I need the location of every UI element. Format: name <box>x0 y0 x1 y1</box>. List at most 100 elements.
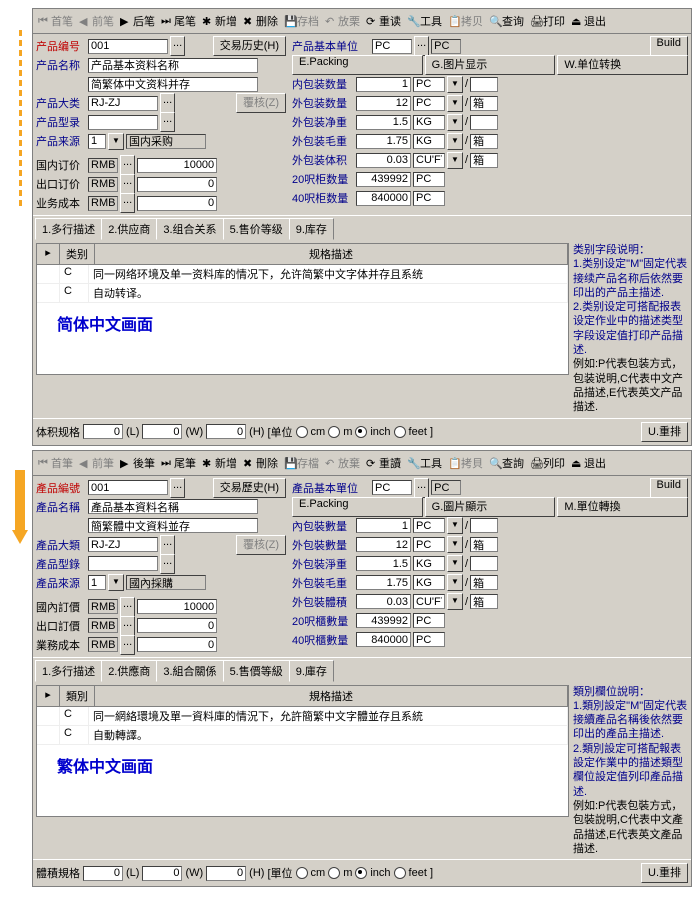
toolbar-重读[interactable]: ⟳重读 <box>363 11 404 31</box>
description-grid[interactable]: ▸类别规格描述 C同一网络环境及单一资料库的情况下，允许简繁中文字体并存且系统C… <box>36 243 569 375</box>
toolbar-前笔[interactable]: ◀前笔 <box>76 11 117 31</box>
lookup-button[interactable]: ... <box>160 535 175 555</box>
pack-per[interactable] <box>470 115 498 130</box>
radio-m[interactable] <box>328 426 340 438</box>
name-input-2[interactable] <box>88 518 258 533</box>
pack-per[interactable] <box>470 556 498 571</box>
pack-qty[interactable] <box>356 77 411 92</box>
dropdown-icon[interactable]: ▼ <box>447 133 463 150</box>
toolbar-工具[interactable]: 🔧工具 <box>404 453 445 473</box>
toolbar-新增[interactable]: ✱新增 <box>199 453 240 473</box>
audit-button[interactable]: 覆核(Z) <box>236 93 286 113</box>
audit-button[interactable]: 覆核(Z) <box>236 535 286 555</box>
toolbar-列印[interactable]: 🖨列印 <box>527 453 568 473</box>
source-select[interactable] <box>88 134 106 149</box>
name-input-1[interactable] <box>88 58 258 73</box>
pack-per[interactable] <box>470 575 498 590</box>
tab-2[interactable]: 3.组合关系 <box>156 218 223 240</box>
lookup-button[interactable]: ... <box>120 597 135 617</box>
exp-price-input[interactable] <box>137 177 217 192</box>
toolbar-尾笔[interactable]: ⏭尾笔 <box>158 11 199 31</box>
lookup-button[interactable]: ... <box>160 554 175 574</box>
dim-w[interactable] <box>142 866 182 881</box>
packing-button[interactable]: E.Packing <box>292 55 423 75</box>
pack-unit[interactable] <box>413 134 445 149</box>
pack-per[interactable] <box>470 537 498 552</box>
reset-button[interactable]: U.重排 <box>641 422 688 442</box>
toolbar-工具[interactable]: 🔧工具 <box>404 11 445 31</box>
dropdown-icon[interactable]: ▼ <box>108 133 124 150</box>
radio-inch[interactable] <box>355 867 367 879</box>
toolbar-存檔[interactable]: 💾存檔 <box>281 453 322 473</box>
dom-price-input[interactable] <box>137 599 217 614</box>
toolbar-存档[interactable]: 💾存档 <box>281 11 322 31</box>
dropdown-icon[interactable]: ▼ <box>447 76 463 93</box>
toolbar-退出[interactable]: ⏏退出 <box>568 453 609 473</box>
exp-price-input[interactable] <box>137 618 217 633</box>
pack-unit[interactable] <box>413 115 445 130</box>
radio-feet[interactable] <box>394 867 406 879</box>
description-grid[interactable]: ▸類別規格描述 C同一網絡環境及單一資料庫的情況下，允許簡繁中文字體並存且系統C… <box>36 685 569 817</box>
dropdown-icon[interactable]: ▼ <box>447 517 463 534</box>
pack-qty[interactable] <box>356 632 411 647</box>
lookup-button[interactable]: ... <box>120 174 135 194</box>
pack-unit[interactable] <box>413 537 445 552</box>
name-input-2[interactable] <box>88 77 258 92</box>
toolbar-拷贝[interactable]: 📋拷贝 <box>445 11 486 31</box>
pack-per[interactable] <box>470 594 498 609</box>
pack-unit[interactable] <box>413 575 445 590</box>
product-id-input[interactable] <box>88 480 168 495</box>
dropdown-icon[interactable]: ▼ <box>447 536 463 553</box>
toolbar-后笔[interactable]: ▶后笔 <box>117 11 158 31</box>
toolbar-退出[interactable]: ⏏退出 <box>568 11 609 31</box>
pack-qty[interactable] <box>356 172 411 187</box>
dropdown-icon[interactable]: ▼ <box>447 152 463 169</box>
history-button[interactable]: 交易历史(H) <box>213 36 286 56</box>
toolbar-刪除[interactable]: ✖刪除 <box>240 453 281 473</box>
lookup-button[interactable]: ... <box>170 36 185 56</box>
pack-qty[interactable] <box>356 575 411 590</box>
toolbar-新增[interactable]: ✱新增 <box>199 11 240 31</box>
tab-1[interactable]: 2.供應商 <box>101 660 157 682</box>
source-select[interactable] <box>88 575 106 590</box>
cost-input[interactable] <box>137 637 217 652</box>
unit-conv-button[interactable]: M.單位轉換 <box>557 497 688 517</box>
pack-qty[interactable] <box>356 518 411 533</box>
cat-input[interactable] <box>88 96 158 111</box>
radio-cm[interactable] <box>296 867 308 879</box>
radio-cm[interactable] <box>296 426 308 438</box>
product-id-input[interactable] <box>88 39 168 54</box>
cost-input[interactable] <box>137 196 217 211</box>
pack-qty[interactable] <box>356 96 411 111</box>
lookup-button[interactable]: ... <box>414 478 429 498</box>
tab-1[interactable]: 2.供应商 <box>101 218 157 240</box>
toolbar-查詢[interactable]: 🔍查詢 <box>486 453 527 473</box>
pack-unit[interactable] <box>413 77 445 92</box>
unit-conv-button[interactable]: W.单位转换 <box>557 55 688 75</box>
toolbar-查询[interactable]: 🔍查询 <box>486 11 527 31</box>
dim-l[interactable] <box>83 866 123 881</box>
lookup-button[interactable]: ... <box>414 36 429 56</box>
tab-3[interactable]: 5.售價等級 <box>223 660 290 682</box>
build-button[interactable]: Build <box>650 36 688 56</box>
catalog-input[interactable] <box>88 115 158 130</box>
toolbar-重讀[interactable]: ⟳重讀 <box>363 453 404 473</box>
tab-0[interactable]: 1.多行描述 <box>35 218 102 240</box>
pack-qty[interactable] <box>356 115 411 130</box>
lookup-button[interactable]: ... <box>120 155 135 175</box>
toolbar-尾筆[interactable]: ⏭尾筆 <box>158 453 199 473</box>
pack-qty[interactable] <box>356 537 411 552</box>
tab-0[interactable]: 1.多行描述 <box>35 660 102 682</box>
dim-l[interactable] <box>83 424 123 439</box>
tab-2[interactable]: 3.組合關係 <box>156 660 223 682</box>
dim-h[interactable] <box>206 866 246 881</box>
pack-unit[interactable] <box>413 556 445 571</box>
pack-unit[interactable] <box>413 172 445 187</box>
reset-button[interactable]: U.重排 <box>641 863 688 883</box>
lookup-button[interactable]: ... <box>120 635 135 655</box>
pack-per[interactable] <box>470 134 498 149</box>
toolbar-首筆[interactable]: ⏮首筆 <box>35 453 76 473</box>
dim-h[interactable] <box>206 424 246 439</box>
unit-input[interactable] <box>372 39 412 54</box>
toolbar-首笔[interactable]: ⏮首笔 <box>35 11 76 31</box>
